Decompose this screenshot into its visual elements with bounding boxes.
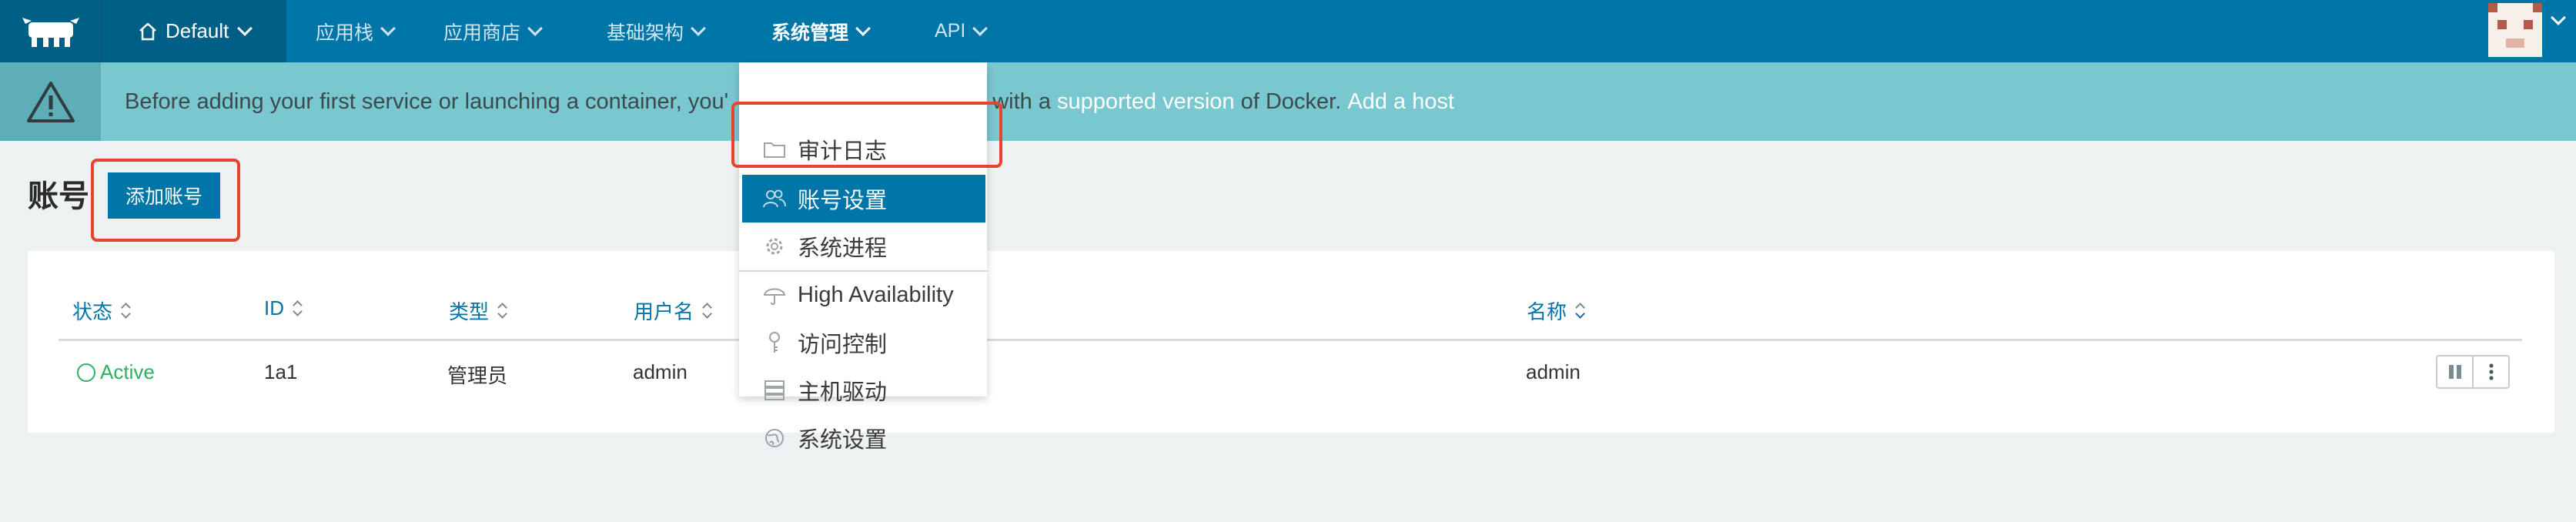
sort-icon (293, 299, 303, 318)
sort-icon (1576, 302, 1585, 320)
docker-warning-banner: Before adding your first service or laun… (0, 62, 2576, 141)
rancher-logo[interactable] (0, 0, 102, 62)
column-header-label: 类型 (449, 300, 490, 323)
chevron-down-icon (527, 20, 543, 36)
column-header-username[interactable]: 用户名 (634, 296, 712, 325)
menu-item-processes[interactable]: 系统进程 (739, 223, 987, 270)
supported-version-link[interactable]: supported version (1057, 89, 1235, 115)
column-header-id[interactable]: ID (264, 296, 303, 320)
nav-infrastructure-label: 基础架构 (607, 22, 684, 44)
nav-catalog[interactable]: 应用商店 (443, 0, 543, 62)
cell-name: admin (1526, 360, 1581, 383)
more-vertical-icon (2488, 363, 2494, 380)
column-header-label: 用户名 (634, 300, 694, 323)
column-header-label: ID (264, 296, 284, 320)
column-header-label: 名称 (1527, 300, 1567, 323)
status-badge: Active (77, 360, 155, 384)
chevron-down-icon (691, 20, 706, 36)
column-header-type[interactable]: 类型 (449, 296, 507, 325)
nav-admin[interactable]: 系统管理 (771, 0, 871, 62)
menu-item-settings[interactable]: 系统设置 (739, 414, 987, 462)
menu-item-label: 账号设置 (798, 189, 888, 213)
nav-api-label: API (935, 20, 966, 42)
column-header-status[interactable]: 状态 (72, 296, 131, 325)
menu-item-accounts[interactable]: 账号设置 (742, 175, 985, 223)
chevron-down-icon[interactable] (2551, 10, 2566, 25)
status-label: Active (100, 360, 155, 383)
globe-icon (762, 426, 787, 450)
environment-label: Default (166, 19, 229, 42)
gear-icon (762, 234, 787, 259)
environment-switcher[interactable]: Default (102, 0, 286, 62)
pause-icon (2448, 365, 2461, 379)
user-avatar[interactable] (2488, 3, 2542, 57)
chevron-down-icon (237, 20, 253, 36)
chevron-down-icon (972, 20, 989, 36)
home-icon (139, 22, 156, 40)
sort-icon (122, 302, 131, 320)
cell-id: 1a1 (264, 360, 298, 383)
add-host-link[interactable]: Add a host (1347, 89, 1454, 115)
more-actions-button[interactable] (2472, 356, 2508, 387)
warning-icon (26, 82, 75, 122)
sort-icon (703, 302, 712, 320)
menu-item-label: 主机驱动 (798, 380, 888, 405)
umbrella-icon (762, 283, 787, 307)
avatar-icon (2488, 3, 2542, 57)
highlight-accounts-menu-item (731, 102, 1002, 168)
nav-stacks[interactable]: 应用栈 (316, 0, 396, 62)
nav-admin-label: 系统管理 (771, 22, 849, 44)
nav-api[interactable]: API (935, 0, 989, 62)
row-actions (2436, 355, 2510, 389)
cell-username: admin (633, 360, 687, 383)
highlight-add-account (91, 159, 240, 242)
nav-infrastructure[interactable]: 基础架构 (607, 0, 706, 62)
menu-item-high-availability[interactable]: High Availability (739, 271, 987, 319)
chevron-down-icon (380, 20, 396, 36)
menu-item-label: 系统设置 (798, 428, 888, 453)
sort-icon (498, 302, 507, 320)
menu-item-access-control[interactable]: 访问控制 (739, 319, 987, 366)
menu-item-label: 系统进程 (798, 236, 888, 261)
cell-type: 管理员 (447, 364, 508, 387)
banner-text-before: Before adding your first service or laun… (125, 89, 729, 114)
chevron-down-icon (855, 20, 871, 36)
menu-item-label: 访问控制 (798, 333, 888, 357)
status-circle-icon (77, 363, 95, 382)
nav-stacks-label: 应用栈 (316, 22, 374, 44)
column-header-label: 状态 (72, 300, 113, 323)
users-icon (762, 186, 787, 211)
banner-icon-box (0, 62, 101, 141)
table-header-divider (59, 339, 2522, 341)
top-nav: Default 应用栈 应用商店 基础架构 系统管理 API (0, 0, 2576, 62)
accounts-table-card (28, 251, 2554, 433)
server-icon (762, 378, 787, 403)
nav-catalog-label: 应用商店 (443, 22, 521, 44)
deactivate-button[interactable] (2437, 356, 2472, 387)
menu-item-machine-drivers[interactable]: 主机驱动 (739, 366, 987, 414)
key-icon (762, 330, 787, 355)
banner-text-after: of Docker. (1234, 89, 1348, 114)
menu-item-label: High Availability (798, 282, 954, 307)
column-header-name[interactable]: 名称 (1527, 296, 1585, 325)
page-title: 账号 (28, 179, 89, 213)
cow-logo-icon (22, 17, 79, 47)
